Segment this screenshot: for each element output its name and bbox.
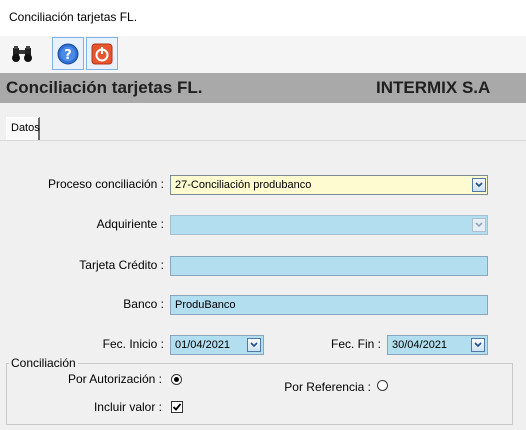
tab-datos[interactable]: Datos (6, 117, 40, 140)
fec-inicio-value: 01/04/2021 (175, 339, 231, 351)
window-title: Conciliación tarjetas FL. (9, 10, 138, 24)
chevron-down-icon (475, 222, 483, 228)
proceso-select[interactable]: 27-Conciliación produbanco (170, 175, 488, 195)
checkmark-icon (172, 403, 182, 411)
svg-text:?: ? (64, 48, 72, 63)
adquiriente-select[interactable] (170, 215, 488, 235)
fec-inicio-label: Fec. Inicio : (102, 337, 164, 351)
help-button[interactable]: ? (52, 37, 84, 70)
fec-fin-value: 30/04/2021 (392, 339, 448, 351)
banco-field[interactable]: ProduBanco (170, 295, 488, 315)
por-autorizacion-radio[interactable] (171, 374, 182, 385)
proceso-value: 27-Conciliación produbanco (175, 179, 312, 191)
chevron-down-icon (474, 342, 482, 348)
exit-button[interactable] (86, 37, 118, 70)
tarjeta-label: Tarjeta Crédito : (79, 258, 164, 272)
power-icon (91, 43, 113, 64)
por-referencia-radio[interactable] (377, 380, 388, 391)
chevron-down-icon (475, 182, 483, 188)
tarjeta-field[interactable] (170, 256, 488, 276)
banco-label: Banco : (123, 297, 164, 311)
form-header: Conciliación tarjetas FL. INTERMIX S.A (0, 73, 526, 103)
title-bar: Conciliación tarjetas FL. (0, 0, 526, 36)
incluir-valor-label: Incluir valor : (93, 400, 162, 414)
fec-fin-label: Fec. Fin : (330, 337, 381, 351)
fec-fin-dropdown-button[interactable] (471, 338, 485, 352)
help-icon: ? (57, 43, 79, 64)
chevron-down-icon (250, 342, 258, 348)
conciliacion-legend: Conciliación (9, 356, 78, 370)
banco-value: ProduBanco (175, 299, 236, 311)
incluir-valor-checkbox[interactable] (171, 401, 183, 413)
adquiriente-dropdown-button[interactable] (472, 218, 486, 232)
proceso-label: Proceso conciliación : (47, 177, 164, 191)
toolbar: ? (0, 36, 526, 73)
fec-inicio-dropdown-button[interactable] (247, 338, 261, 352)
company-name: INTERMIX S.A (376, 78, 491, 97)
proceso-dropdown-button[interactable] (472, 178, 486, 192)
binoculars-icon (12, 45, 32, 62)
form-title: Conciliación tarjetas FL. (6, 78, 203, 97)
search-button[interactable] (6, 37, 38, 70)
por-autorizacion-label: Por Autorización : (67, 372, 162, 386)
por-referencia-label: Por Referencia : (284, 380, 371, 394)
adquiriente-label: Adquiriente : (96, 217, 164, 231)
